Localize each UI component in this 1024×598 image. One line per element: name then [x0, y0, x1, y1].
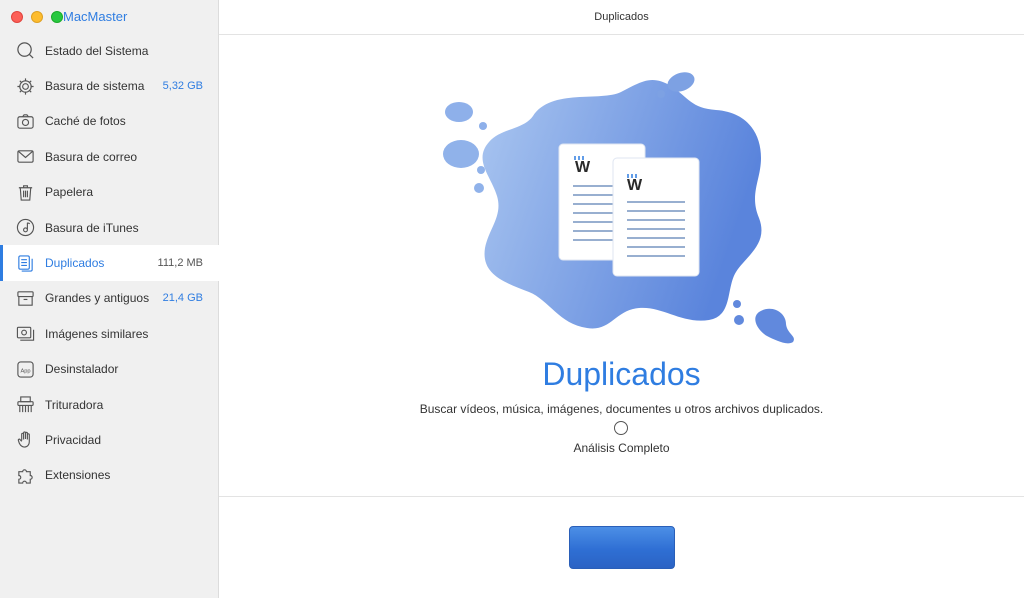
hand-icon [15, 430, 35, 450]
zoom-window-button[interactable] [51, 11, 63, 23]
sidebar-item-label: Imágenes similares [45, 326, 149, 341]
sidebar-item-label: Privacidad [45, 432, 102, 447]
sidebar-item-estado-del-sistema[interactable]: Estado del Sistema [0, 33, 219, 68]
sidebar-item-label: Desinstalador [45, 362, 119, 377]
app-title: MacMaster [63, 9, 128, 24]
full-scan-label: Análisis Completo [573, 441, 670, 455]
window-title-bar: Duplicados [219, 0, 1024, 35]
sidebar-item-privacidad[interactable]: Privacidad [0, 422, 219, 457]
duplicate-icon [15, 253, 35, 273]
sidebar-item-label: Estado del Sistema [45, 43, 149, 58]
divider [219, 496, 1024, 497]
trash-icon [15, 182, 35, 202]
document-front: W [612, 157, 700, 277]
app-window: MacMaster Estado del Sistema Basura de s… [0, 0, 1024, 598]
droplet [734, 315, 744, 325]
image-icon [15, 324, 35, 344]
sidebar-item-label: Caché de fotos [45, 114, 126, 129]
search-icon [15, 41, 35, 61]
sidebar-item-papelera[interactable]: Papelera [0, 175, 219, 210]
sidebar-item-duplicados[interactable]: Duplicados 111,2 MB [0, 245, 219, 282]
sidebar-item-basura-de-sistema[interactable]: Basura de sistema 5,32 GB [0, 68, 219, 103]
window-controls [11, 11, 63, 23]
droplet [445, 102, 473, 122]
droplet [477, 166, 485, 174]
droplet [443, 140, 479, 168]
sidebar-item-basura-de-itunes[interactable]: Basura de iTunes [0, 210, 219, 245]
svg-text:W: W [575, 159, 591, 176]
droplet [479, 122, 487, 130]
camera-icon [15, 111, 35, 131]
sidebar-item-imagenes-similares[interactable]: Imágenes similares [0, 316, 219, 351]
sidebar-item-desinstalador[interactable]: App Desinstalador [0, 352, 219, 387]
droplet [474, 183, 484, 193]
sidebar-item-size: 21,4 GB [162, 292, 203, 305]
sidebar-item-label: Basura de iTunes [45, 220, 139, 235]
sidebar-nav: Estado del Sistema Basura de sistema 5,3… [0, 33, 219, 493]
droplet [733, 300, 741, 308]
duplicates-illustration: W W [443, 72, 794, 344]
music-icon [15, 218, 35, 238]
window-title: Duplicados [594, 11, 649, 23]
main-panel: Duplicados W W Duplicados Buscar vídeos,… [219, 0, 1024, 598]
sidebar-item-label: Grandes y antiguos [45, 291, 150, 306]
sidebar-item-label: Papelera [45, 185, 94, 200]
page-description: Buscar vídeos, música, imágenes, documen… [419, 402, 824, 416]
page-title: Duplicados [542, 356, 701, 392]
app-icon: App [15, 359, 35, 379]
sidebar-item-label: Duplicados [45, 256, 105, 271]
minimize-window-button[interactable] [31, 11, 43, 23]
shredder-icon [15, 395, 35, 415]
sidebar-item-basura-de-correo[interactable]: Basura de correo [0, 139, 219, 174]
sidebar-item-grandes-y-antiguos[interactable]: Grandes y antiguos 21,4 GB [0, 281, 219, 316]
sidebar-item-extensiones[interactable]: Extensiones [0, 458, 219, 493]
archive-icon [15, 288, 35, 308]
svg-text:App: App [20, 368, 30, 374]
full-scan-radio[interactable] [614, 421, 628, 435]
puzzle-icon [15, 465, 35, 485]
droplet [657, 90, 665, 98]
sidebar-item-label: Basura de sistema [45, 79, 145, 94]
sidebar-item-label: Extensiones [45, 468, 111, 483]
close-window-button[interactable] [11, 11, 23, 23]
mail-icon [15, 147, 35, 167]
scan-button[interactable] [569, 526, 675, 569]
sidebar-item-size: 111,2 MB [157, 257, 203, 270]
sidebar-item-size: 5,32 GB [162, 80, 203, 93]
gear-icon [15, 76, 35, 96]
sidebar-item-label: Trituradora [45, 397, 104, 412]
droplet [755, 308, 794, 344]
sidebar: MacMaster Estado del Sistema Basura de s… [0, 0, 219, 598]
sidebar-item-cache-de-fotos[interactable]: Caché de fotos [0, 104, 219, 139]
sidebar-item-label: Basura de correo [45, 149, 138, 164]
sidebar-item-trituradora[interactable]: Trituradora [0, 387, 219, 422]
svg-text:W: W [627, 177, 643, 194]
